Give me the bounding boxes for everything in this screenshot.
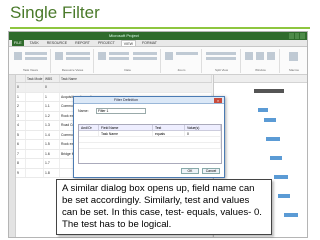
task-mode-icon [26, 140, 44, 149]
column-header[interactable]: Task Name [60, 75, 212, 82]
ribbon-group-zoom[interactable]: Zoom [162, 49, 202, 73]
row-wbs: 1.5 [44, 140, 60, 149]
gantt-bar[interactable] [264, 118, 276, 122]
column-header[interactable]: Task Mode [26, 75, 44, 82]
gantt-summary-bar[interactable] [254, 89, 284, 93]
ribbon-group-label: Zoom [177, 68, 186, 72]
slide-title: Single Filter [10, 3, 100, 22]
ok-button[interactable]: OK [181, 168, 199, 174]
task-mode-icon [26, 130, 44, 139]
ribbon-group-label: Resource Views [61, 68, 84, 72]
ribbon: Task Views Resource Views Data Zoom Spli… [9, 47, 307, 75]
row-id: 8 [16, 159, 26, 168]
row-wbs: 0 [44, 83, 60, 92]
row-id: 0 [16, 83, 26, 92]
ribbon-group-task-views[interactable]: Task Views [11, 49, 51, 73]
gantt-bar[interactable] [284, 213, 298, 217]
task-mode-icon [26, 149, 44, 158]
tab-report[interactable]: REPORT [73, 40, 92, 46]
filter-name-input[interactable]: Filter 1 [96, 108, 146, 114]
row-wbs: 1.2 [44, 111, 60, 120]
tab-resource[interactable]: RESOURCE [45, 40, 69, 46]
window-controls [289, 33, 306, 39]
row-wbs: 1.7 [44, 159, 60, 168]
row-wbs: 1.8 [44, 168, 60, 177]
and-or-cell[interactable] [79, 131, 99, 136]
column-header[interactable] [16, 75, 26, 82]
column-header: Value(s) [185, 125, 221, 130]
filter-criteria-table: And/Or Field Name Test Value(s) Task Nam… [78, 124, 222, 164]
ribbon-group-macros[interactable]: Macros [281, 49, 307, 73]
ribbon-group-data[interactable]: Data [95, 49, 161, 73]
row-wbs: 1.3 [44, 121, 60, 130]
dialog-title: Filter Definition [74, 97, 224, 104]
column-header[interactable]: WBS [44, 75, 60, 82]
row-id: 3 [16, 111, 26, 120]
row-id: 4 [16, 121, 26, 130]
task-mode-icon [26, 159, 44, 168]
tab-view[interactable]: VIEW [120, 40, 136, 46]
close-icon[interactable] [300, 33, 306, 39]
window-titlebar: Microsoft Project [9, 32, 307, 40]
row-wbs: 1.1 [44, 102, 60, 111]
gantt-bar[interactable] [274, 175, 288, 179]
maximize-icon[interactable] [294, 33, 300, 39]
row-id: 6 [16, 140, 26, 149]
row-task-name [60, 83, 212, 92]
row-id: 9 [16, 168, 26, 177]
gantt-bar[interactable] [266, 137, 280, 141]
test-cell[interactable]: equals [153, 131, 185, 136]
gantt-bar[interactable] [258, 108, 268, 112]
row-id: 7 [16, 149, 26, 158]
gantt-bar[interactable] [270, 156, 282, 160]
ribbon-group-label: Task Views [23, 68, 38, 72]
task-mode-icon [26, 111, 44, 120]
ribbon-group-label: Split View [214, 68, 229, 72]
ribbon-group-label: Window [255, 68, 266, 72]
row-wbs: 1.6 [44, 149, 60, 158]
gantt-bar[interactable] [278, 194, 290, 198]
tab-format[interactable]: FORMAT [140, 40, 159, 46]
value-cell[interactable]: 0 [185, 131, 221, 136]
task-mode-icon [26, 168, 44, 177]
ribbon-group-label: Macros [289, 68, 299, 72]
table-row[interactable]: 0 0 [16, 83, 212, 93]
ribbon-group-label: Data [124, 68, 131, 72]
row-wbs: 1 [44, 92, 60, 101]
row-id: 5 [16, 130, 26, 139]
task-mode-icon [26, 102, 44, 111]
title-divider [10, 27, 310, 29]
criteria-row-empty[interactable] [79, 143, 221, 149]
task-mode-icon [26, 83, 44, 92]
view-bar[interactable] [9, 75, 16, 237]
dialog-buttons: OK Cancel [181, 168, 220, 174]
row-wbs: 1.4 [44, 130, 60, 139]
window-title: Microsoft Project [109, 33, 139, 38]
ribbon-group-resource-views[interactable]: Resource Views [52, 49, 94, 73]
column-header: And/Or [79, 125, 99, 130]
explanation-callout: A similar dialog box opens up, field nam… [56, 179, 272, 235]
column-header: Field Name [99, 125, 153, 130]
name-label: Name: [78, 109, 89, 113]
column-header: Test [153, 125, 185, 130]
row-id: 1 [16, 92, 26, 101]
callout-text: A similar dialog box opens up, field nam… [62, 183, 262, 230]
tab-project[interactable]: PROJECT [96, 40, 117, 46]
filter-definition-dialog[interactable]: Filter Definition × Name: Filter 1 And/O… [73, 96, 225, 178]
row-id: 2 [16, 102, 26, 111]
ribbon-group-split-view[interactable]: Split View [203, 49, 241, 73]
minimize-icon[interactable] [289, 33, 294, 39]
ribbon-group-window[interactable]: Window [242, 49, 280, 73]
field-name-cell[interactable]: Task Name [99, 131, 153, 136]
task-mode-icon [26, 92, 44, 101]
ribbon-tabs: FILE TASK RESOURCE REPORT PROJECT VIEW F… [9, 40, 307, 47]
close-icon[interactable]: × [214, 98, 222, 103]
gantt-timescale [214, 75, 307, 83]
cancel-button[interactable]: Cancel [202, 168, 220, 174]
tab-task[interactable]: TASK [28, 40, 41, 46]
task-mode-icon [26, 121, 44, 130]
tab-file[interactable]: FILE [12, 40, 24, 46]
grid-header: Task Mode WBS Task Name [16, 75, 212, 83]
